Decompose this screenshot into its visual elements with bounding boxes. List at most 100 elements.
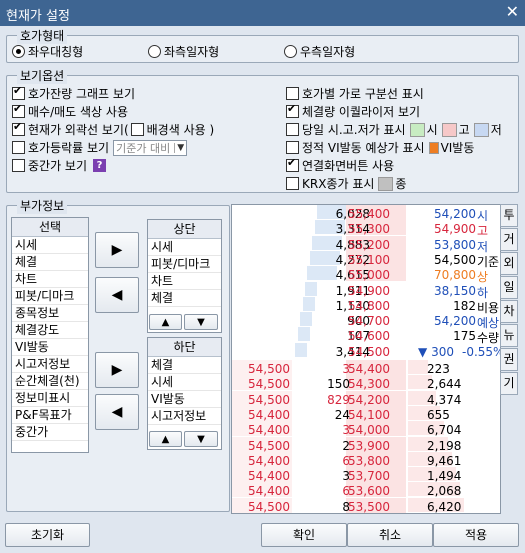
opt-change-rate-label: 호가등락률 보기	[28, 141, 110, 155]
checkbox[interactable]	[286, 123, 299, 136]
opt-current-outline[interactable]: 현재가 외곽선 보기( 배경색 사용 )	[12, 120, 215, 138]
cancel-button[interactable]: 취소	[347, 523, 433, 547]
checkbox[interactable]	[12, 159, 25, 172]
ok-button[interactable]: 확인	[261, 523, 347, 547]
bottom-move-up-button[interactable]: ▲	[149, 431, 182, 447]
tick-price: 54,500	[248, 499, 290, 514]
reset-button[interactable]: 초기화	[5, 523, 90, 547]
checkbox[interactable]	[286, 156, 299, 172]
side-tab[interactable]: 외	[500, 252, 518, 275]
radio-right-aligned[interactable]: 우측일자형	[284, 43, 355, 60]
remove-from-bottom-button[interactable]: ◀	[95, 394, 139, 430]
opt-change-rate[interactable]: 호가등락률 보기 기준가 대비 ▼	[12, 139, 188, 156]
selection-list-item[interactable]: P&F목표가	[12, 407, 88, 424]
info-value: 54,900	[434, 222, 476, 237]
open-swatch-label: 시	[426, 123, 438, 137]
checkbox[interactable]	[12, 120, 25, 136]
selection-list-item[interactable]: 체결강도	[12, 322, 88, 339]
top-list-item[interactable]: 체결	[148, 290, 221, 307]
high-color-swatch[interactable]	[441, 122, 457, 137]
opt-buy-sell-color[interactable]: 매수/매도 색상 사용	[12, 102, 128, 120]
buy-price: 54,100	[348, 407, 390, 422]
buy-qty: 2,068	[427, 484, 462, 499]
remove-from-top-button[interactable]: ◀	[95, 277, 139, 313]
checkbox[interactable]	[12, 102, 25, 118]
selection-list-item[interactable]: 체결	[12, 254, 88, 271]
bottom-list-item[interactable]: 시고저정보	[148, 408, 221, 425]
top-move-down-button[interactable]: ▼	[184, 314, 218, 330]
checkbox[interactable]	[12, 141, 25, 154]
display-options-group: 보기옵션 호가잔량 그래프 보기 매수/매도 색상 사용 현재가 외곽선 보기(…	[6, 67, 519, 193]
opt-vi-expected[interactable]: 정적 VI발동 예상가 표시 VI발동	[286, 139, 474, 156]
vi-color-swatch[interactable]	[428, 141, 439, 154]
checkbox[interactable]	[286, 102, 299, 118]
opt-mid-price[interactable]: 중간가 보기 ?	[12, 157, 107, 174]
radio-right-aligned-indicator[interactable]	[284, 45, 297, 58]
bottom-move-down-button[interactable]: ▼	[184, 431, 218, 447]
bottom-list-item[interactable]: VI발동	[148, 391, 221, 408]
side-tab[interactable]: 거	[500, 228, 518, 251]
opt-bg-color-label: 배경색 사용 )	[146, 123, 215, 137]
chevron-down-icon[interactable]: ▼	[174, 142, 184, 153]
opt-orderbook-graph[interactable]: 호가잔량 그래프 보기	[12, 84, 135, 102]
top-move-up-button[interactable]: ▲	[149, 314, 182, 330]
buy-price: 53,600	[348, 484, 390, 499]
bottom-list-item[interactable]: 시세	[148, 374, 221, 391]
selection-list-item[interactable]: 시고저정보	[12, 356, 88, 373]
opt-row-divider[interactable]: 호가별 가로 구분선 표시	[286, 85, 424, 102]
checkbox[interactable]	[286, 141, 299, 154]
info-value: 175	[453, 329, 476, 344]
info-value: 38,150	[434, 283, 476, 298]
opt-krx-close[interactable]: KRX종가 표시 종	[286, 175, 406, 192]
radio-left-aligned[interactable]: 좌측일자형	[148, 43, 219, 60]
side-tabs: 투거외일차뉴권기	[500, 204, 518, 396]
tick-price: 54,500	[248, 392, 290, 407]
top-list-item[interactable]: 시세	[148, 239, 221, 256]
bottom-list-item[interactable]: 체결	[148, 357, 221, 374]
selection-list-item[interactable]: 종목정보	[12, 305, 88, 322]
checkbox-bg-color[interactable]	[130, 123, 144, 136]
opt-equalizer[interactable]: 체결량 이퀄라이저 보기	[286, 102, 420, 120]
selection-list-item[interactable]: 차트	[12, 271, 88, 288]
side-tab[interactable]: 일	[500, 276, 518, 299]
help-icon[interactable]: ?	[93, 159, 107, 172]
selection-list-item[interactable]: 정보미표시	[12, 390, 88, 407]
selection-list[interactable]: 선택 시세 체결 차트 피봇/디마크 종목정보 체결강도 VI발동 시고저정보 순간체결(천) 정…	[11, 217, 89, 453]
open-color-swatch[interactable]	[409, 122, 425, 137]
side-tab[interactable]: 투	[500, 204, 518, 227]
add-to-bottom-button[interactable]: ▶	[95, 352, 139, 388]
side-tab[interactable]: 뉴	[500, 324, 518, 347]
change-rate-dropdown[interactable]: 기준가 대비 ▼	[113, 139, 188, 156]
add-to-top-button[interactable]: ▶	[95, 232, 139, 268]
tick-price: 54,500	[248, 377, 290, 392]
opt-ohl-label: 당일 시.고.저가 표시	[302, 123, 406, 137]
selection-list-item[interactable]: 피봇/디마크	[12, 288, 88, 305]
selection-list-item[interactable]: VI발동	[12, 339, 88, 356]
side-tab[interactable]: 차	[500, 300, 518, 323]
checkbox[interactable]	[12, 84, 25, 100]
apply-button[interactable]: 적용	[433, 523, 519, 547]
checkbox[interactable]	[286, 177, 299, 190]
close-icon[interactable]: ✕	[506, 2, 519, 21]
close-color-swatch[interactable]	[378, 176, 394, 191]
buy-qty: 2,644	[427, 377, 462, 392]
low-color-swatch[interactable]	[473, 122, 489, 137]
radio-left-aligned-indicator[interactable]	[148, 45, 161, 58]
opt-link-button[interactable]: 연결화면버튼 사용	[286, 156, 394, 174]
sell-row: 1,911 54,900 38,150 하	[232, 281, 500, 300]
selection-list-item[interactable]: 순간체결(천)	[12, 373, 88, 390]
radio-left-aligned-label: 좌측일자형	[164, 45, 220, 59]
radio-symmetric-indicator[interactable]	[12, 45, 25, 58]
info-value: 54,200	[434, 207, 476, 221]
selection-list-item[interactable]: 중간가	[12, 424, 88, 441]
radio-symmetric[interactable]: 좌우대칭형	[12, 43, 83, 60]
checkbox[interactable]	[286, 87, 299, 100]
opt-ohl[interactable]: 당일 시.고.저가 표시 시 고 저	[286, 121, 502, 138]
tick-price: 54,400	[248, 407, 290, 422]
side-tab[interactable]: 권	[500, 348, 518, 371]
selection-list-item[interactable]: 시세	[12, 237, 88, 254]
top-list-item[interactable]: 피봇/디마크	[148, 256, 221, 273]
top-list-item[interactable]: 차트	[148, 273, 221, 290]
side-tab[interactable]: 기	[500, 372, 518, 395]
sell-price: 54,800	[348, 298, 390, 313]
